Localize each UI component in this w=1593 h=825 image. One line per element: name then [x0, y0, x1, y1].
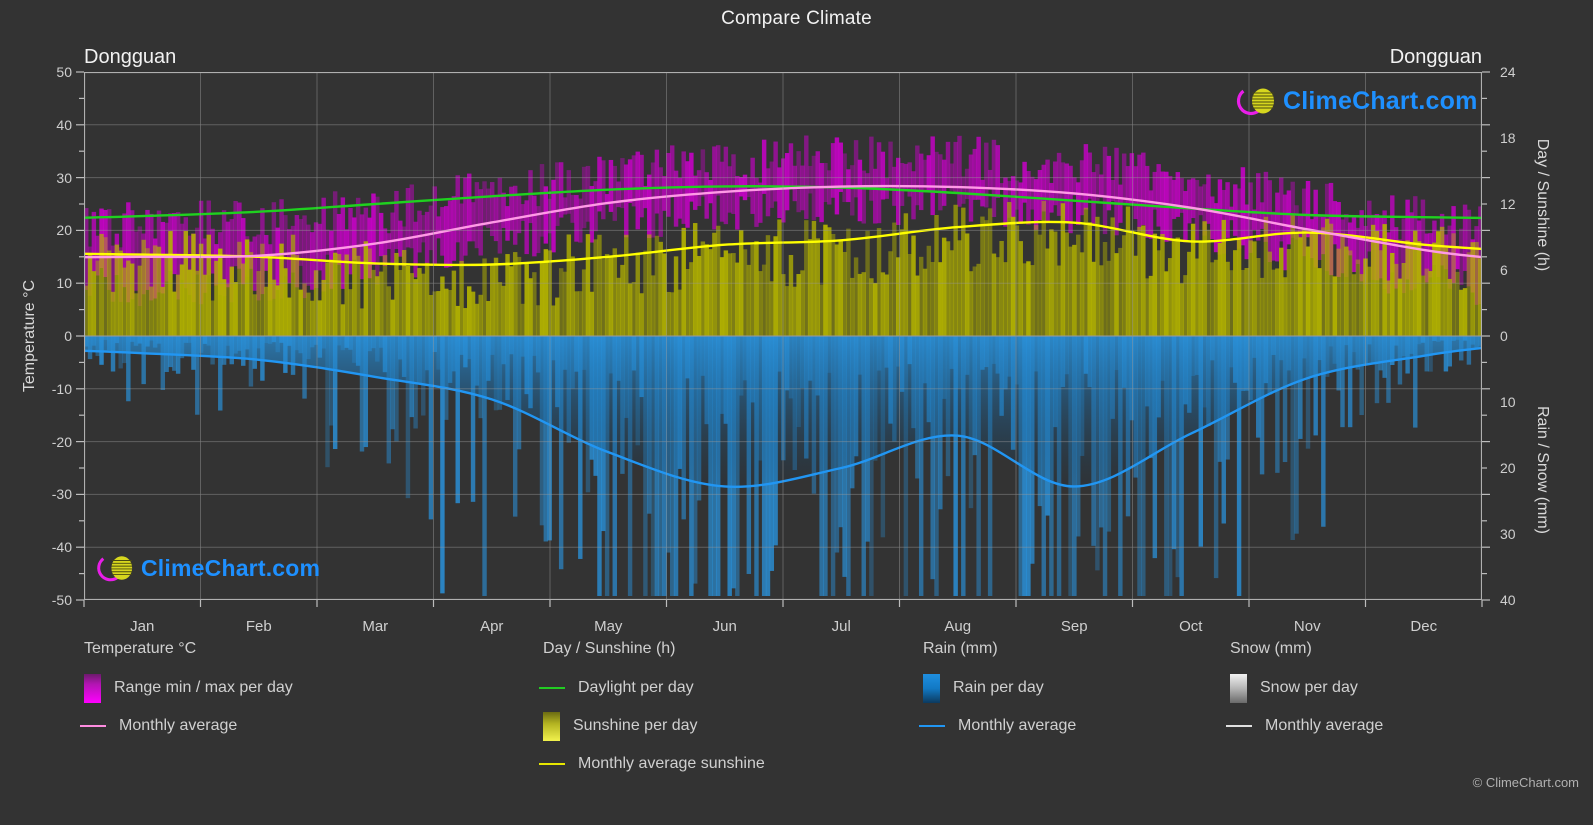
x-tick-month: Mar: [362, 618, 389, 635]
legend-item[interactable]: Daylight per day: [539, 669, 765, 707]
daylight-line: [539, 687, 565, 689]
legend-item-label: Daylight per day: [578, 679, 694, 696]
legend-item-label: Sunshine per day: [573, 717, 698, 734]
copyright-notice: © ClimeChart.com: [1472, 775, 1579, 790]
snow-average-line: [1226, 725, 1252, 727]
x-tick-month: Aug: [944, 618, 972, 635]
legend-title: Snow (mm): [1230, 640, 1312, 657]
watermark-bottom: ClimeChart.com: [95, 552, 320, 584]
y-tick-left: -30: [51, 486, 72, 503]
legend-column-4: Snow (mm) Snow per day Monthly average: [1226, 640, 1384, 745]
y-tick-left: 50: [56, 64, 72, 80]
x-tick-month: Feb: [245, 618, 272, 635]
temperature-average-line: [80, 725, 106, 727]
watermark-text: ClimeChart.com: [141, 554, 321, 581]
legend-column-1: Temperature °C Range min / max per day Mon…: [80, 640, 293, 745]
y-tick-right-top: 24: [1500, 64, 1516, 80]
legend-item-label: Monthly average: [119, 717, 238, 734]
legend-title: Rain (mm): [923, 640, 998, 657]
y-tick-left: 10: [56, 275, 72, 292]
y-tick-left: -50: [51, 592, 72, 608]
x-tick-month: Jun: [712, 618, 737, 635]
y-axis-left-title: Temperature °C: [21, 279, 38, 393]
legend-item[interactable]: Monthly average: [919, 707, 1077, 745]
y-tick-left: -40: [51, 539, 72, 556]
y-tick-right-bottom: 20: [1500, 460, 1516, 476]
legend-item[interactable]: Monthly average: [1226, 707, 1384, 745]
y-tick-left: 30: [56, 169, 72, 186]
y-axis-right-top-title: Day / Sunshine (h): [1534, 138, 1551, 272]
y-tick-right-top: 12: [1500, 196, 1516, 212]
location-label-left: Dongguan: [84, 46, 177, 68]
legend-item-label: Snow per day: [1260, 679, 1358, 696]
y-tick-right-top: 18: [1500, 130, 1516, 146]
legend-title: Temperature °C: [84, 640, 197, 657]
legend-column-2: Day / Sunshine (h) Daylight per day Sunshi…: [539, 640, 765, 783]
legend-item-label: Range min / max per day: [114, 679, 293, 696]
snow-swatch: [1230, 673, 1247, 703]
x-tick-month: Jan: [130, 618, 155, 635]
chart-plot-area: [84, 72, 1482, 600]
y-tick-right-top: 6: [1500, 262, 1508, 278]
y-axis-right-bottom-title: Rain / Snow (mm): [1534, 405, 1551, 535]
y-tick-left: 0: [64, 328, 72, 344]
legend-item[interactable]: Monthly average sunshine: [539, 745, 765, 783]
y-tick-right-bottom: 30: [1500, 526, 1516, 542]
watermark-top: ClimeChart.com: [1235, 84, 1478, 118]
x-tick-month: Apr: [480, 618, 504, 635]
x-tick-month: Nov: [1293, 618, 1321, 635]
sunshine-swatch: [543, 711, 560, 741]
x-tick-month: May: [594, 618, 623, 635]
legend-item-label: Rain per day: [953, 679, 1044, 696]
x-tick-month: Sep: [1060, 618, 1088, 635]
watermark-text: ClimeChart.com: [1283, 86, 1478, 115]
climechart-logo-icon: [1236, 86, 1274, 116]
climechart-logo-icon: [97, 554, 133, 582]
climate-chart-svg: [84, 72, 1482, 600]
legend-item-label: Monthly average sunshine: [578, 755, 765, 772]
legend-item[interactable]: Monthly average: [80, 707, 293, 745]
legend-item-label: Monthly average: [1265, 717, 1384, 734]
y-tick-left: -20: [51, 433, 72, 450]
x-tick-month: Dec: [1410, 618, 1438, 635]
location-label-right: Dongguan: [1389, 46, 1482, 68]
legend-item[interactable]: Rain per day: [923, 669, 1076, 707]
y-tick-right-top: 0: [1500, 328, 1508, 344]
legend-item[interactable]: Snow per day: [1230, 669, 1383, 707]
legend-item[interactable]: Range min / max per day: [84, 669, 293, 707]
x-tick-month: Oct: [1179, 618, 1203, 635]
temperature-range-swatch: [84, 673, 101, 703]
chart-legend: Temperature °C Range min / max per day Mon…: [0, 640, 1593, 825]
sunshine-average-line: [539, 763, 565, 765]
y-tick-left: 20: [56, 222, 72, 239]
legend-title: Day / Sunshine (h): [543, 640, 676, 657]
legend-item-label: Monthly average: [958, 717, 1077, 734]
page-title: Compare Climate: [721, 8, 872, 29]
y-tick-right-bottom: 40: [1500, 592, 1516, 608]
legend-item[interactable]: Sunshine per day: [543, 707, 765, 745]
y-tick-right-bottom: 10: [1500, 394, 1516, 410]
legend-column-3: Rain (mm) Rain per day Monthly average: [919, 640, 1077, 745]
y-tick-left: 40: [56, 116, 72, 133]
y-tick-left: -10: [51, 380, 72, 397]
x-tick-month: Jul: [831, 618, 851, 635]
rain-swatch: [923, 673, 940, 703]
rain-average-line: [919, 725, 945, 727]
